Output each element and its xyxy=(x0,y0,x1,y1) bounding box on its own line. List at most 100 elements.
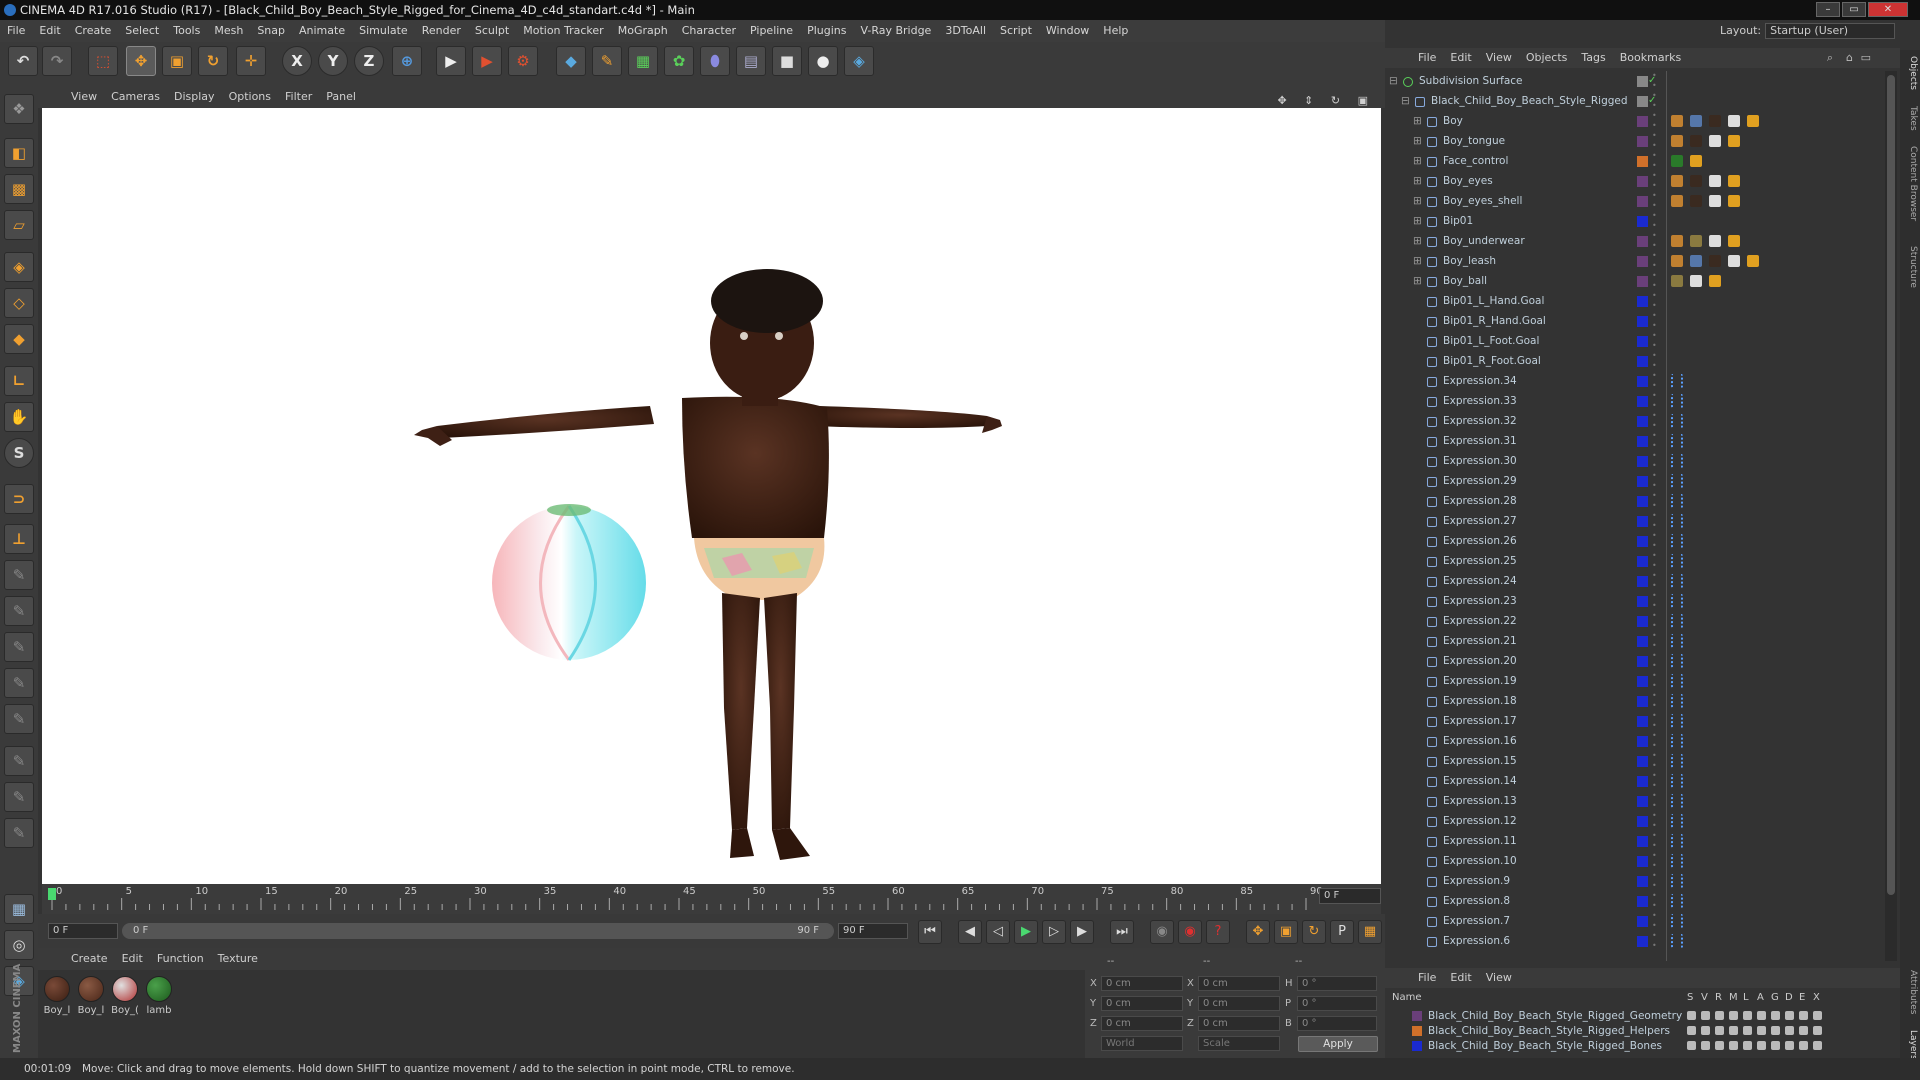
visibility-dots-icon[interactable]: • • xyxy=(1652,111,1657,131)
layer-toggle-icon[interactable] xyxy=(1701,1026,1710,1035)
layer-color-swatch[interactable] xyxy=(1637,296,1648,307)
lock-workplane-icon[interactable]: ▦ xyxy=(4,894,34,924)
material-swatch[interactable]: Boy_( xyxy=(110,976,140,1016)
object-tag-icon[interactable] xyxy=(1747,115,1759,127)
xpresso-tag-icon[interactable] xyxy=(1671,494,1683,508)
visibility-dots-icon[interactable]: • • xyxy=(1652,851,1657,871)
object-tag-icon[interactable] xyxy=(1671,115,1683,127)
object-tag-icon[interactable] xyxy=(1709,115,1721,127)
layer-column-r[interactable]: R xyxy=(1715,990,1722,1006)
object-row[interactable]: Expression.24 • • xyxy=(1385,571,1885,591)
edges-mode-icon[interactable]: ◇ xyxy=(4,288,34,318)
object-name[interactable]: Expression.15 xyxy=(1443,751,1517,771)
layer-color-swatch[interactable] xyxy=(1412,1026,1422,1036)
render-settings-icon[interactable]: ⚙ xyxy=(508,46,538,76)
object-tag-icon[interactable] xyxy=(1671,275,1683,287)
layer-color-swatch[interactable] xyxy=(1637,876,1648,887)
frame-range-slider[interactable]: 0 F 90 F xyxy=(122,923,834,939)
sculpt-brush-8-icon[interactable]: ✎ xyxy=(4,818,34,848)
object-tag-icon[interactable] xyxy=(1690,255,1702,267)
axis-mode-icon[interactable]: ∟ xyxy=(4,366,34,396)
collapse-icon[interactable]: ⊟ xyxy=(1401,91,1410,111)
rotate-tool-icon[interactable]: ↻ xyxy=(198,46,228,76)
layer-color-swatch[interactable] xyxy=(1637,796,1648,807)
layer-toggle-icon[interactable] xyxy=(1785,1041,1794,1050)
layer-color-swatch[interactable] xyxy=(1637,276,1648,287)
expand-icon[interactable]: ⊞ xyxy=(1413,231,1422,251)
visibility-dots-icon[interactable]: • • xyxy=(1652,691,1657,711)
object-name[interactable]: Expression.34 xyxy=(1443,371,1517,391)
key-scale-icon[interactable]: ▣ xyxy=(1274,920,1298,944)
xpresso-tag-icon[interactable] xyxy=(1671,754,1683,768)
objects-menu-file[interactable]: File xyxy=(1411,48,1443,68)
object-tag-icon[interactable] xyxy=(1690,195,1702,207)
size-y-field[interactable]: 0 cm xyxy=(1198,996,1280,1011)
layers-menu-edit[interactable]: Edit xyxy=(1443,968,1478,988)
layer-color-swatch[interactable] xyxy=(1637,216,1648,227)
viewport-menu-options[interactable]: Options xyxy=(222,86,278,108)
visibility-dots-icon[interactable]: • • xyxy=(1652,431,1657,451)
start-frame-field[interactable]: 0 F xyxy=(48,923,118,939)
xpresso-tag-icon[interactable] xyxy=(1671,814,1683,828)
visibility-dots-icon[interactable]: • • xyxy=(1652,931,1657,951)
floor-icon[interactable]: ▤ xyxy=(736,46,766,76)
planar-workplane-icon[interactable]: ◎ xyxy=(4,930,34,960)
layer-toggle-icon[interactable] xyxy=(1757,1041,1766,1050)
next-frame-icon[interactable]: ▷ xyxy=(1042,920,1066,944)
layer-color-swatch[interactable] xyxy=(1637,936,1648,947)
material-swatch[interactable]: lamb xyxy=(144,976,174,1016)
xpresso-tag-icon[interactable] xyxy=(1671,434,1683,448)
visibility-dots-icon[interactable]: • • xyxy=(1652,191,1657,211)
object-tag-icon[interactable] xyxy=(1728,175,1740,187)
pen-spline-icon[interactable]: ✎ xyxy=(592,46,622,76)
object-tag-icon[interactable] xyxy=(1709,135,1721,147)
xpresso-tag-icon[interactable] xyxy=(1671,734,1683,748)
position-x-field[interactable]: 0 cm xyxy=(1101,976,1183,991)
layer-color-swatch[interactable] xyxy=(1637,576,1648,587)
texture-mode-icon[interactable]: ▩ xyxy=(4,174,34,204)
object-row[interactable]: Expression.19 • • xyxy=(1385,671,1885,691)
object-row[interactable]: Expression.8 • • xyxy=(1385,891,1885,911)
menu-mesh[interactable]: Mesh xyxy=(207,20,250,42)
layer-toggle-icon[interactable] xyxy=(1757,1026,1766,1035)
menu-animate[interactable]: Animate xyxy=(292,20,352,42)
timeline-ruler[interactable]: 0 5 10 15 20 25 30 35 40 45 50 55 60 65 70 75 80 85 90 0 F xyxy=(42,884,1381,914)
object-name[interactable]: Boy_leash xyxy=(1443,251,1496,271)
material-menu-function[interactable]: Function xyxy=(150,948,211,970)
python-icon[interactable]: ◈ xyxy=(844,46,874,76)
autokey-icon[interactable]: ◉ xyxy=(1178,920,1202,944)
object-row[interactable]: ⊟ Black_Child_Boy_Beach_Style_Rigged • • ✓ xyxy=(1385,91,1885,111)
layer-toggle-icon[interactable] xyxy=(1799,1026,1808,1035)
object-name[interactable]: Expression.28 xyxy=(1443,491,1517,511)
end-frame-field[interactable]: 90 F xyxy=(838,923,908,939)
object-row[interactable]: Bip01_R_Foot.Goal • • xyxy=(1385,351,1885,371)
key-pla-icon[interactable]: ▦ xyxy=(1358,920,1382,944)
object-name[interactable]: Expression.12 xyxy=(1443,811,1517,831)
layer-toggle-icon[interactable] xyxy=(1715,1041,1724,1050)
layer-color-swatch[interactable] xyxy=(1637,396,1648,407)
layer-toggle-icon[interactable] xyxy=(1701,1041,1710,1050)
expand-icon[interactable]: ⊞ xyxy=(1413,131,1422,151)
menu-help[interactable]: Help xyxy=(1096,20,1135,42)
object-name[interactable]: Boy_ball xyxy=(1443,271,1487,291)
object-tag-icon[interactable] xyxy=(1671,155,1683,167)
close-button[interactable]: ✕ xyxy=(1868,2,1908,17)
layer-color-swatch[interactable] xyxy=(1637,836,1648,847)
layer-toggle-icon[interactable] xyxy=(1799,1041,1808,1050)
xpresso-tag-icon[interactable] xyxy=(1671,874,1683,888)
visibility-dots-icon[interactable]: • • xyxy=(1652,351,1657,371)
object-row[interactable]: Expression.6 • • xyxy=(1385,931,1885,951)
object-name[interactable]: Subdivision Surface xyxy=(1419,71,1523,91)
object-row[interactable]: ⊞ Face_control • • xyxy=(1385,151,1885,171)
sculpt-brush-4-icon[interactable]: ✎ xyxy=(4,668,34,698)
key-rotation-icon[interactable]: ↻ xyxy=(1302,920,1326,944)
material-swatch[interactable]: Boy_l xyxy=(76,976,106,1016)
layer-color-swatch[interactable] xyxy=(1637,376,1648,387)
visibility-dots-icon[interactable]: • • xyxy=(1652,751,1657,771)
layers-menu-view[interactable]: View xyxy=(1479,968,1519,988)
layer-color-swatch[interactable] xyxy=(1637,916,1648,927)
xpresso-tag-icon[interactable] xyxy=(1671,394,1683,408)
layer-color-swatch[interactable] xyxy=(1637,476,1648,487)
layer-toggle-icon[interactable] xyxy=(1715,1011,1724,1020)
rotation-p-field[interactable]: 0 ° xyxy=(1297,996,1377,1011)
